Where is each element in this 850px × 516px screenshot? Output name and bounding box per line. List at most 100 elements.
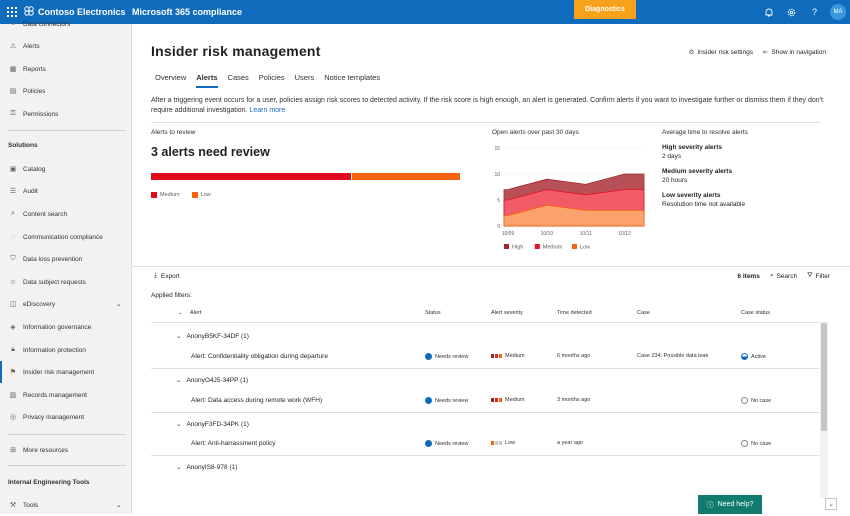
sidebar-item-content-search[interactable]: ⌕ Content search (0, 203, 132, 225)
app-name[interactable]: Microsoft 365 compliance (132, 7, 242, 17)
alert-title[interactable]: Alert: Confidentiality obligation during… (191, 353, 328, 360)
tab-policies[interactable]: Policies (259, 73, 285, 88)
gear-icon[interactable] (780, 8, 803, 17)
legend-swatch (504, 244, 509, 249)
group-header[interactable]: ⌄ AnonyF3FD-34PK (1) (176, 420, 249, 429)
sidebar-item-data-loss-prevention[interactable]: ⛉ Data loss prevention (0, 248, 132, 270)
export-button[interactable]: ⤓ Export (154, 272, 180, 280)
chevron-down-icon[interactable]: ⌄ (116, 300, 121, 308)
sidebar-item-information-governance[interactable]: ◈ Information governance (0, 316, 132, 338)
sidebar-item-data-connectors[interactable]: ⌁ Data connectors (0, 13, 132, 35)
severity-label: Medium (505, 353, 525, 359)
need-help-button[interactable]: ⓘ Need help? (698, 495, 762, 514)
sidebar-item-data-subject-requests[interactable]: ☺ Data subject requests (0, 271, 132, 293)
toolbar-right: 6 items ⌕ Search ⛛ Filter (737, 272, 830, 280)
tab-users[interactable]: Users (295, 73, 315, 88)
chevron-down-icon[interactable]: ⌄ (178, 310, 183, 316)
avg-low-label: Low severity alerts (662, 192, 721, 199)
y-tick-label: 10 (494, 172, 500, 178)
insider-risk-settings-link[interactable]: ⚙ Insider risk settings (689, 48, 753, 57)
divider (151, 322, 819, 323)
sidebar-item-permissions[interactable]: ⚿ Permissions (0, 103, 132, 125)
sidebar-item-label: Alerts (23, 42, 40, 50)
audit-icon: ☰ (9, 188, 17, 195)
sidebar-divider (8, 465, 126, 466)
case-link[interactable]: Case 234: Possible data leak (637, 353, 708, 359)
group-header[interactable]: ⌄ AnonyIS8-978 (1) (176, 463, 237, 472)
sidebar-item-label: Information protection (23, 346, 86, 354)
table-scrollbar[interactable] (820, 321, 828, 498)
legend-label: High (512, 245, 523, 251)
avatar[interactable]: MA (830, 4, 846, 20)
bell-icon[interactable] (757, 8, 780, 17)
avg-time-title: Average time to resolve alerts (662, 129, 748, 136)
group-name: AnonyB5KF-34DF (1) (186, 332, 249, 340)
tools-icon: ⚒ (9, 502, 17, 509)
header-alert-severity[interactable]: Alert severity (491, 310, 523, 316)
sidebar-item-more-resources[interactable]: ⊞ More resources (0, 439, 132, 461)
medium-alerts-bar[interactable] (151, 173, 351, 180)
alert-title[interactable]: Alert: Data access during remote work (W… (191, 397, 322, 404)
divider (151, 455, 819, 456)
tab-alerts[interactable]: Alerts (196, 73, 218, 88)
scrollbar-thumb[interactable] (821, 323, 827, 431)
chevron-down-icon[interactable]: ⌄ (176, 463, 181, 471)
search-button[interactable]: ⌕ Search (770, 272, 797, 280)
sidebar-item-catalog[interactable]: ▣ Catalog (0, 158, 132, 180)
header-case-status[interactable]: Case status (741, 310, 770, 316)
header-alert[interactable]: Alert (190, 310, 201, 316)
report-icon: ▦ (9, 66, 17, 73)
sidebar-item-privacy-management[interactable]: ◎ Privacy management (0, 406, 132, 428)
chevron-down-icon[interactable]: ⌄ (176, 376, 181, 384)
search-icon: ⌕ (769, 272, 774, 279)
sidebar-item-records-management[interactable]: ▥ Records management (0, 384, 132, 406)
sidebar-divider (8, 130, 126, 131)
show-in-navigation-link[interactable]: ⇤ Show in navigation (763, 48, 826, 57)
sidebar-item-label: Catalog (23, 165, 46, 173)
sidebar-item-label: Permissions (23, 110, 59, 118)
chevron-down-icon[interactable]: ⌄ (176, 420, 181, 428)
legend-item-medium: Medium (151, 192, 180, 198)
group-header[interactable]: ⌄ AnonyB5KF-34DF (1) (176, 332, 249, 341)
x-tick-label: 10/11 (580, 231, 592, 237)
sidebar-heading-internal: Internal Engineering Tools (8, 479, 90, 486)
learn-more-link[interactable]: Learn more (249, 107, 285, 114)
header-time-detected[interactable]: Time detected (557, 310, 592, 316)
tab-overview[interactable]: Overview (155, 73, 186, 88)
tab-notice-templates[interactable]: Notice templates (324, 73, 380, 88)
alerts-count: 3 alerts need review (151, 145, 270, 159)
header-case[interactable]: Case (637, 310, 650, 316)
filter-button[interactable]: ⛛ Filter (807, 272, 830, 280)
person-icon: ☺ (9, 278, 17, 286)
sidebar-item-communication-compliance[interactable]: ◌ Communication compliance (0, 226, 132, 248)
sidebar-item-ediscovery[interactable]: ◫ eDiscovery ⌄ (0, 293, 132, 315)
tab-cases[interactable]: Cases (228, 73, 249, 88)
help-icon[interactable]: ? (803, 7, 826, 17)
group-name: AnonyO4J5-34PP (1) (186, 376, 249, 384)
tab-bar: Overview Alerts Cases Policies Users Not… (155, 73, 380, 88)
chevron-down-icon[interactable]: ⌄ (825, 498, 837, 510)
header-status[interactable]: Status (425, 310, 441, 316)
low-alerts-bar[interactable] (352, 173, 460, 180)
open-alerts-chart[interactable]: 15 10 5 010/09 10/10 10/11 10/12 High Medium Low (492, 142, 652, 254)
chevron-down-icon[interactable]: ⌄ (116, 501, 121, 509)
page-title: Insider risk management (151, 43, 321, 59)
group-header[interactable]: ⌄ AnonyO4J5-34PP (1) (176, 376, 249, 385)
status-label: Needs review (435, 353, 469, 360)
sidebar-item-reports[interactable]: ▦ Reports (0, 58, 132, 80)
sidebar-item-policies[interactable]: ▤ Policies (0, 80, 132, 102)
sidebar-item-insider-risk-management[interactable]: ⚑ Insider risk management (0, 361, 132, 383)
records-icon: ▥ (9, 392, 17, 399)
sidebar-item-label: Content search (23, 210, 68, 218)
sidebar-item-alerts[interactable]: ⚠ Alerts (0, 35, 132, 57)
case-status-label: Active (751, 353, 766, 360)
sidebar-item-tools[interactable]: ⚒ Tools ⌄ (0, 494, 132, 516)
alert-title[interactable]: Alert: Anti-harrassment policy (191, 440, 276, 447)
avg-time-list: High severity alerts 2 days Medium sever… (662, 143, 745, 209)
status-badge: Needs review (425, 440, 468, 447)
sidebar-item-audit[interactable]: ☰ Audit (0, 180, 132, 202)
diagnostics-button[interactable]: Diagnostics (574, 0, 636, 19)
sidebar-item-information-protection[interactable]: 🔒︎ Information protection (0, 339, 132, 361)
command-bar: ⤓ Export 6 items ⌕ Search ⛛ Filter (154, 272, 830, 284)
chevron-down-icon[interactable]: ⌄ (176, 332, 181, 340)
